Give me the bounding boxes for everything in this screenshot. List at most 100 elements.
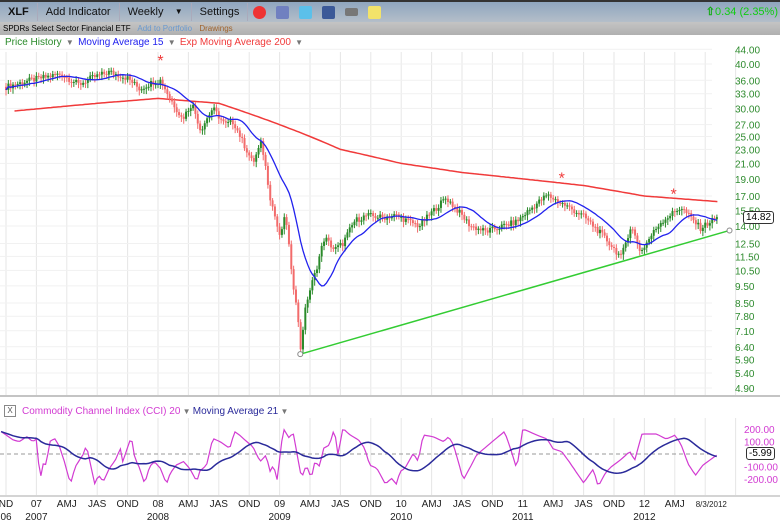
candle	[75, 79, 78, 83]
x-tick-label: JAS	[453, 499, 472, 510]
y-tick-label: 9.50	[735, 282, 755, 293]
candle	[234, 124, 237, 129]
candle	[676, 211, 679, 213]
candle	[589, 220, 592, 222]
candle	[505, 223, 508, 225]
candle	[103, 71, 106, 74]
candle	[306, 299, 309, 308]
candle	[692, 216, 695, 221]
candle	[318, 256, 321, 270]
candle	[577, 212, 580, 215]
candle	[192, 104, 195, 109]
candle	[542, 195, 545, 201]
y-tick-label: 5.40	[735, 369, 755, 380]
candle	[608, 241, 611, 246]
candle	[250, 155, 253, 159]
candle	[213, 107, 216, 111]
x-tick-label: JAS	[210, 499, 229, 510]
candle	[629, 229, 632, 239]
close-indicator-button[interactable]: X	[4, 405, 16, 417]
candle	[613, 246, 615, 248]
candle	[381, 214, 384, 218]
candle	[591, 221, 594, 227]
candle	[442, 199, 445, 201]
candle	[201, 129, 204, 131]
x-tick-label: 8/3/2012	[696, 500, 728, 509]
candle	[217, 111, 220, 119]
candle	[680, 209, 683, 211]
x-tick-label: 10	[396, 499, 408, 510]
legend-cci-ma[interactable]: Moving Average 21	[193, 406, 278, 417]
candle	[35, 75, 38, 82]
candle	[421, 219, 424, 227]
candle	[257, 147, 260, 155]
x-tick-label: AMJ	[300, 499, 320, 510]
candle	[701, 227, 704, 232]
candle	[650, 235, 653, 240]
price-chart[interactable]: 44.00 40.00 36.00 33.00 30.00 27.0025.0023.00…	[0, 0, 780, 525]
y-tick-label: 30.00	[735, 104, 760, 115]
candle	[56, 73, 59, 75]
candle	[461, 209, 463, 215]
x-tick-label: JAS	[574, 499, 593, 510]
legend-cci[interactable]: Commodity Channel Index (CCI) 20	[22, 406, 180, 417]
candle	[351, 225, 354, 228]
candle	[283, 217, 286, 230]
candle	[372, 213, 375, 216]
cci-tick-label: -100.00	[744, 463, 778, 474]
candle	[489, 227, 492, 233]
candle	[666, 218, 669, 220]
y-tick-label: 25.00	[735, 133, 760, 144]
x-year-label: 2012	[633, 512, 656, 523]
candle	[437, 207, 440, 211]
candle	[196, 113, 199, 124]
candle	[159, 79, 162, 84]
candle	[374, 215, 377, 218]
candle	[463, 214, 466, 220]
x-tick-label: JAS	[88, 499, 107, 510]
candle	[222, 119, 225, 122]
candle	[341, 243, 344, 247]
candle	[264, 154, 267, 166]
candle	[402, 216, 405, 222]
candle	[449, 201, 452, 203]
cci-tick-label: 200.00	[744, 425, 775, 436]
candle	[620, 253, 623, 255]
y-tick-label: 27.00	[735, 121, 760, 132]
candle	[360, 220, 363, 222]
candle	[526, 210, 529, 216]
candle	[285, 217, 288, 225]
candle	[252, 158, 255, 162]
candle	[241, 136, 244, 139]
candle	[346, 232, 349, 238]
candle	[171, 98, 174, 102]
moving-average-15-line	[5, 74, 718, 287]
candle	[533, 207, 536, 209]
candle	[325, 237, 328, 242]
candle	[404, 218, 407, 222]
candle	[610, 245, 613, 247]
candle	[72, 82, 75, 84]
candle	[439, 200, 442, 208]
y-tick-label: 10.50	[735, 266, 760, 277]
candle	[93, 75, 96, 78]
candle	[549, 194, 552, 198]
candle	[655, 228, 658, 231]
candle	[276, 216, 279, 227]
y-tick-label: 36.00	[735, 76, 760, 87]
chevron-down-icon[interactable]: ▼	[180, 407, 192, 416]
candle	[206, 118, 209, 124]
candle	[149, 81, 152, 87]
candle	[236, 128, 239, 131]
candle	[538, 199, 541, 204]
y-tick-label: 19.00	[735, 175, 760, 186]
candle	[416, 223, 419, 228]
candle	[498, 229, 501, 231]
y-tick-label: 5.90	[735, 355, 755, 366]
x-tick-label: AMJ	[178, 499, 198, 510]
y-tick-label: 44.00	[735, 45, 760, 56]
x-tick-label: 08	[152, 499, 164, 510]
chevron-down-icon[interactable]: ▼	[278, 407, 288, 416]
candle	[128, 76, 131, 80]
candle	[126, 76, 129, 80]
